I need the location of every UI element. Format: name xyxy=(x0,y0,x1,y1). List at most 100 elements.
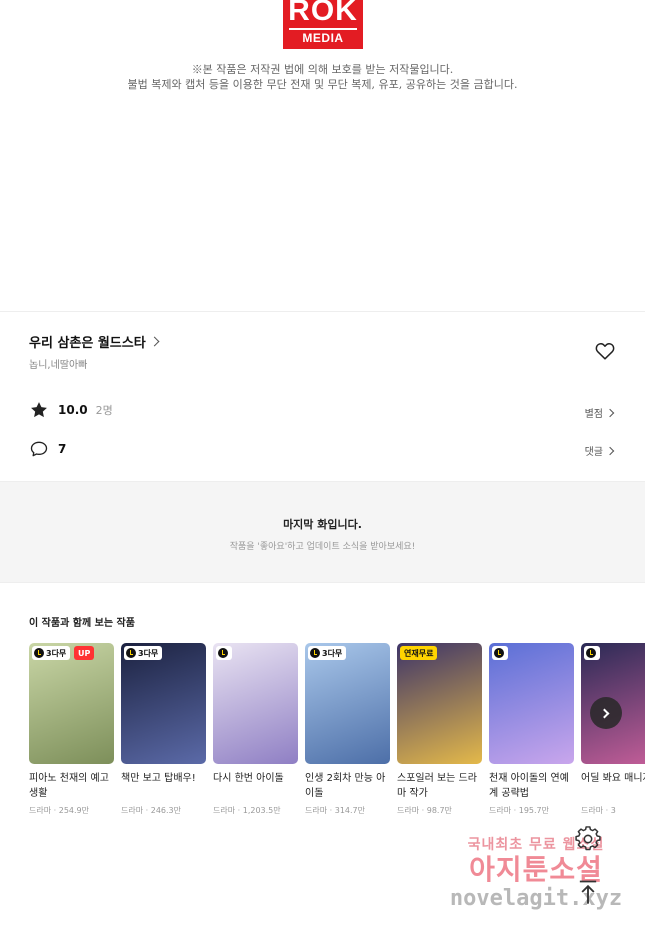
card-meta: 드라마 · 314.7만 xyxy=(305,805,390,816)
card-views: 195.7만 xyxy=(518,806,549,815)
meta-separator: · xyxy=(419,806,427,815)
work-authors: 놉니,네딸아빠 xyxy=(29,360,88,371)
timer-badge-label: 3다무 xyxy=(138,648,159,658)
card-views: 1,203.5만 xyxy=(242,806,281,815)
clock-icon xyxy=(218,648,228,658)
last-episode-subtext: 작품을 '좋아요'하고 업데이트 소식을 받아보세요! xyxy=(229,542,416,552)
card-genre: 드라마 xyxy=(489,806,512,815)
cover-art xyxy=(29,643,114,764)
card-title[interactable]: 피아노 천재의 예고 생활 xyxy=(29,771,114,801)
cover-thumbnail[interactable]: 3다무 xyxy=(305,643,390,764)
card-title[interactable]: 책만 보고 탑배우! xyxy=(121,771,206,801)
card-title[interactable]: 어딜 봐요 매니저님 xyxy=(581,771,645,801)
rating-summary: 10.0 2명 xyxy=(29,400,113,420)
timer-badge xyxy=(216,646,232,660)
rating-score: 10.0 xyxy=(58,403,88,417)
card-views: 314.7만 xyxy=(334,806,365,815)
comment-summary: 7 xyxy=(29,439,66,459)
comment-bubble-icon xyxy=(30,441,48,457)
recommendation-carousel: 3다무 UP 피아노 천재의 예고 생활드라마 · 254.9만 3다무책만 보고 탑… xyxy=(29,643,645,816)
meta-separator: · xyxy=(51,806,59,815)
card-title[interactable]: 다시 한번 아이돌 xyxy=(213,771,298,801)
cover-thumbnail[interactable]: 연재무료 xyxy=(397,643,482,764)
logo-top-text: ROK xyxy=(288,0,358,26)
card-title[interactable]: 스포일러 보는 드라마 작가 xyxy=(397,771,482,801)
meta-separator: · xyxy=(511,806,519,815)
card-views: 246.3만 xyxy=(150,806,181,815)
cover-art xyxy=(121,643,206,764)
cover-art xyxy=(397,643,482,764)
card-genre: 드라마 xyxy=(305,806,328,815)
last-episode-notice: 마지막 화입니다. 작품을 '좋아요'하고 업데이트 소식을 받아보세요! xyxy=(0,481,645,582)
clock-icon xyxy=(494,648,504,658)
chevron-right-icon xyxy=(605,446,615,455)
meta-separator: · xyxy=(603,806,611,815)
recommendation-card[interactable]: 어딜 봐요 매니저님드라마 · 3 xyxy=(581,643,645,816)
card-meta: 드라마 · 98.7만 xyxy=(397,805,482,816)
clock-icon xyxy=(586,648,596,658)
meta-separator: · xyxy=(235,806,243,815)
carousel-next-button[interactable] xyxy=(590,697,622,729)
update-badge: UP xyxy=(74,646,95,660)
card-meta: 드라마 · 254.9만 xyxy=(29,805,114,816)
cover-thumbnail[interactable] xyxy=(213,643,298,764)
card-views: 98.7만 xyxy=(426,806,452,815)
work-title: 우리 삼촌은 월드스타 xyxy=(29,336,146,351)
heart-outline-icon[interactable] xyxy=(594,340,616,362)
meta-separator: · xyxy=(327,806,335,815)
cover-thumbnail[interactable]: 3다무 UP xyxy=(29,643,114,764)
card-title[interactable]: 인생 2회차 만능 아이돌 xyxy=(305,771,390,801)
recommendation-card[interactable]: 연재무료스포일러 보는 드라마 작가드라마 · 98.7만 xyxy=(397,643,482,816)
card-views: 3 xyxy=(610,806,616,815)
card-genre: 드라마 xyxy=(397,806,420,815)
comments-button[interactable]: 댓글 xyxy=(584,443,615,458)
copyright-line-2: 불법 복제와 캡처 등을 이용한 무단 전재 및 무단 복제, 유포, 공유하는… xyxy=(127,78,518,91)
cover-thumbnail[interactable]: 3다무 xyxy=(121,643,206,764)
publisher-logo: ROK MEDIA xyxy=(283,0,363,49)
card-genre: 드라마 xyxy=(29,806,52,815)
rate-button-label: 별점 xyxy=(584,409,603,420)
timer-badge: 3다무 xyxy=(124,646,163,660)
card-genre: 드라마 xyxy=(213,806,236,815)
timer-badge xyxy=(584,646,600,660)
free-badge: 연재무료 xyxy=(400,646,438,660)
card-meta: 드라마 · 195.7만 xyxy=(489,805,574,816)
rating-count: 2명 xyxy=(95,404,113,417)
recommendation-card[interactable]: 3다무인생 2회차 만능 아이돌드라마 · 314.7만 xyxy=(305,643,390,816)
card-genre: 드라마 xyxy=(121,806,144,815)
copyright-notice: ※본 작품은 저작권 법에 의해 보호를 받는 저작물입니다. 불법 복제와 캡… xyxy=(0,62,645,92)
timer-badge: 3다무 xyxy=(32,646,71,660)
recommendation-card[interactable]: 3다무 UP 피아노 천재의 예고 생활드라마 · 254.9만 xyxy=(29,643,114,816)
logo-bottom-text: MEDIA xyxy=(289,28,357,45)
cover-thumbnail[interactable] xyxy=(489,643,574,764)
recommendation-card[interactable]: 3다무책만 보고 탑배우! 드라마 · 246.3만 xyxy=(121,643,206,816)
chevron-right-icon xyxy=(599,708,610,718)
meta-separator: · xyxy=(143,806,151,815)
chevron-right-icon xyxy=(149,336,160,347)
timer-badge: 3다무 xyxy=(308,646,347,660)
timer-badge xyxy=(492,646,508,660)
timer-badge-label: 3다무 xyxy=(46,648,67,658)
recommendation-card[interactable]: 다시 한번 아이돌드라마 · 1,203.5만 xyxy=(213,643,298,816)
rate-button[interactable]: 별점 xyxy=(584,405,615,420)
comments-button-label: 댓글 xyxy=(584,447,603,458)
work-title-link[interactable]: 우리 삼촌은 월드스타 xyxy=(29,332,160,351)
gear-icon[interactable] xyxy=(575,826,601,852)
cover-art xyxy=(305,643,390,764)
last-episode-heading: 마지막 화입니다. xyxy=(283,518,362,531)
star-icon xyxy=(31,402,47,418)
card-meta: 드라마 · 3 xyxy=(581,805,645,816)
card-title[interactable]: 천재 아이돌의 연예계 공략법 xyxy=(489,771,574,801)
recommendation-card[interactable]: 천재 아이돌의 연예계 공략법드라마 · 195.7만 xyxy=(489,643,574,816)
arrow-up-icon[interactable] xyxy=(574,877,602,907)
cover-art xyxy=(213,643,298,764)
card-views: 254.9만 xyxy=(58,806,89,815)
comment-count: 7 xyxy=(58,442,67,456)
clock-icon xyxy=(310,648,320,658)
copyright-line-1: ※본 작품은 저작권 법에 의해 보호를 받는 저작물입니다. xyxy=(191,63,454,76)
card-meta: 드라마 · 246.3만 xyxy=(121,805,206,816)
clock-icon xyxy=(126,648,136,658)
timer-badge-label: 3다무 xyxy=(322,648,343,658)
card-genre: 드라마 xyxy=(581,806,604,815)
recommendation-section: 이 작품과 함께 보는 작품 3다무 UP 피아노 천재의 예고 생활 드라마 · 2… xyxy=(0,582,645,844)
